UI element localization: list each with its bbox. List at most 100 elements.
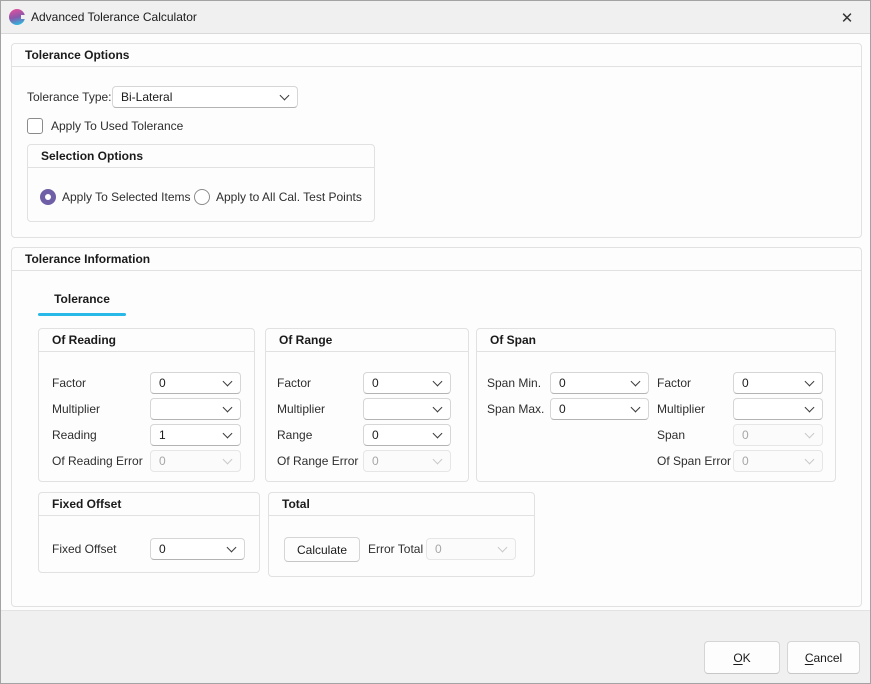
chevron-down-icon [223, 428, 233, 438]
tolerance-type-label: Tolerance Type: [27, 86, 112, 108]
chevron-down-icon [498, 542, 508, 552]
multiplier-dropdown[interactable] [150, 398, 241, 420]
total-title: Total [269, 493, 534, 516]
reading-value: 1 [159, 428, 166, 442]
ok-button-label: K [743, 651, 751, 665]
span-value: 0 [742, 428, 749, 442]
of-reading-group: Of Reading Factor 0 Multiplier Reading 1… [38, 328, 255, 482]
app-logo-notch [21, 15, 26, 19]
titlebar: Advanced Tolerance Calculator ✕ [1, 1, 870, 34]
factor-value: 0 [159, 376, 166, 390]
tolerance-options-group: Tolerance Options Tolerance Type: Bi-Lat… [11, 43, 862, 238]
chevron-down-icon [227, 542, 237, 552]
of-span-title: Of Span [477, 329, 835, 352]
span-dropdown: 0 [733, 424, 823, 446]
app-logo-icon [9, 9, 25, 25]
factor-dropdown[interactable]: 0 [733, 372, 823, 394]
factor-dropdown[interactable]: 0 [363, 372, 451, 394]
close-icon: ✕ [841, 9, 854, 27]
fixed-offset-group: Fixed Offset Fixed Offset 0 [38, 492, 260, 573]
tolerance-type-dropdown[interactable]: Bi-Lateral [112, 86, 298, 108]
tab-tolerance[interactable]: Tolerance [38, 292, 126, 318]
span-max-label: Span Max. [487, 398, 544, 420]
radio-apply-to-selected-items[interactable] [40, 189, 56, 205]
range-dropdown[interactable]: 0 [363, 424, 451, 446]
calculate-button[interactable]: Calculate [284, 537, 360, 562]
ok-button-mnemonic: O [733, 651, 742, 665]
factor-label: Factor [52, 372, 86, 394]
radio-apply-to-all-cal-test-points-label: Apply to All Cal. Test Points [216, 186, 362, 208]
chevron-down-icon [280, 90, 290, 100]
tolerance-information-title: Tolerance Information [12, 248, 861, 271]
tolerance-type-value: Bi-Lateral [121, 90, 172, 104]
of-span-error-value: 0 [742, 454, 749, 468]
tab-tolerance-label: Tolerance [54, 292, 110, 306]
radio-apply-to-all-cal-test-points[interactable] [194, 189, 210, 205]
chevron-down-icon [805, 454, 815, 464]
span-label: Span [657, 424, 685, 446]
fixed-offset-value: 0 [159, 542, 166, 556]
chevron-down-icon [631, 376, 641, 386]
factor-value: 0 [372, 376, 379, 390]
range-value: 0 [372, 428, 379, 442]
selection-options-title: Selection Options [28, 145, 374, 168]
of-reading-error-label: Of Reading Error [52, 450, 143, 472]
span-min-value: 0 [559, 376, 566, 390]
factor-dropdown[interactable]: 0 [150, 372, 241, 394]
chevron-down-icon [433, 376, 443, 386]
advanced-tolerance-calculator-dialog: Advanced Tolerance Calculator ✕ Toleranc… [0, 0, 871, 684]
span-max-dropdown[interactable]: 0 [550, 398, 649, 420]
of-span-error-label: Of Span Error [657, 450, 731, 472]
tolerance-information-group: Tolerance Information Tolerance Of Readi… [11, 247, 862, 607]
apply-to-used-tolerance-label: Apply To Used Tolerance [51, 115, 183, 137]
selection-options-group: Selection Options Apply To Selected Item… [27, 144, 375, 222]
error-total-dropdown: 0 [426, 538, 516, 560]
error-total-label: Error Total [368, 538, 423, 560]
of-range-title: Of Range [266, 329, 468, 352]
of-reading-title: Of Reading [39, 329, 254, 352]
apply-to-used-tolerance-checkbox[interactable] [27, 118, 43, 134]
tab-active-indicator [38, 313, 126, 316]
of-range-group: Of Range Factor 0 Multiplier Range 0 Of … [265, 328, 469, 482]
fixed-offset-dropdown[interactable]: 0 [150, 538, 245, 560]
footer: OK Cancel [1, 610, 870, 683]
radio-apply-to-selected-items-label: Apply To Selected Items [62, 186, 191, 208]
multiplier-label: Multiplier [52, 398, 100, 420]
factor-value: 0 [742, 376, 749, 390]
factor-label: Factor [277, 372, 311, 394]
tolerance-options-title: Tolerance Options [12, 44, 861, 67]
close-button[interactable]: ✕ [824, 1, 870, 34]
factor-label: Factor [657, 372, 691, 394]
chevron-down-icon [805, 376, 815, 386]
total-group: Total Calculate Error Total 0 [268, 492, 535, 577]
of-reading-error-dropdown: 0 [150, 450, 241, 472]
of-span-error-dropdown: 0 [733, 450, 823, 472]
span-min-label: Span Min. [487, 372, 541, 394]
fixed-offset-label: Fixed Offset [52, 538, 116, 560]
of-range-error-dropdown: 0 [363, 450, 451, 472]
of-span-group: Of Span Span Min. 0 Span Max. 0 Factor 0… [476, 328, 836, 482]
reading-dropdown[interactable]: 1 [150, 424, 241, 446]
cancel-button[interactable]: Cancel [787, 641, 860, 674]
chevron-down-icon [433, 454, 443, 464]
chevron-down-icon [223, 454, 233, 464]
chevron-down-icon [433, 428, 443, 438]
chevron-down-icon [433, 402, 443, 412]
multiplier-dropdown[interactable] [363, 398, 451, 420]
of-range-error-value: 0 [372, 454, 379, 468]
span-max-value: 0 [559, 402, 566, 416]
ok-button[interactable]: OK [704, 641, 780, 674]
multiplier-label: Multiplier [657, 398, 705, 420]
window-title: Advanced Tolerance Calculator [31, 1, 197, 34]
calculate-button-label: Calculate [297, 543, 347, 557]
of-range-error-label: Of Range Error [277, 450, 358, 472]
multiplier-dropdown[interactable] [733, 398, 823, 420]
chevron-down-icon [805, 402, 815, 412]
chevron-down-icon [223, 402, 233, 412]
chevron-down-icon [631, 402, 641, 412]
chevron-down-icon [223, 376, 233, 386]
span-min-dropdown[interactable]: 0 [550, 372, 649, 394]
cancel-button-label: ancel [813, 651, 842, 665]
range-label: Range [277, 424, 312, 446]
chevron-down-icon [805, 428, 815, 438]
